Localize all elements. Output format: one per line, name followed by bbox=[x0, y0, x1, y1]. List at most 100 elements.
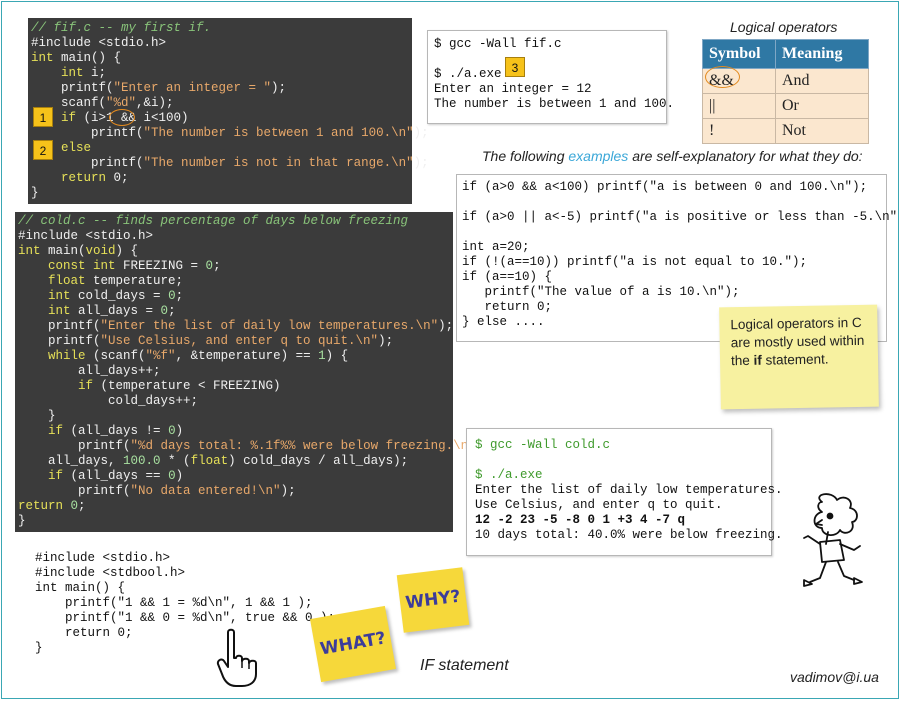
code-token: 0 bbox=[168, 424, 176, 438]
ops-meaning-cell: Or bbox=[775, 93, 869, 119]
code-token: #include <stdio.h> bbox=[18, 229, 154, 243]
code-token: while bbox=[48, 349, 86, 363]
fif-terminal-output: $ gcc -Wall fif.c $ ./a.exe Enter an inte… bbox=[427, 30, 674, 124]
code-line: while (scanf("%f", &temperature) == 1) { bbox=[18, 349, 453, 364]
sticky-what: WHAT? bbox=[310, 605, 396, 683]
code-line: if (!(a==10)) printf("a is not equal to … bbox=[462, 255, 808, 269]
code-line: printf("Enter an integer = "); bbox=[31, 81, 412, 96]
code-line: scanf("%d",&i); bbox=[31, 96, 412, 111]
code-line: if (all_days == 0) bbox=[18, 469, 453, 484]
ops-symbol-cell: || bbox=[702, 93, 776, 119]
code-token: if bbox=[48, 424, 64, 438]
code-token: int bbox=[18, 244, 41, 258]
code-token: "The number is between 1 and 100.\n" bbox=[143, 126, 414, 140]
note-if-keyword: if bbox=[753, 352, 762, 368]
code-token: $ ./a.exe bbox=[475, 468, 543, 482]
code-token: (all_days == bbox=[63, 469, 169, 483]
code-line: 10 days total: 40.0% were below freezing… bbox=[475, 528, 783, 543]
code-token: ) { bbox=[325, 349, 349, 363]
code-line: #include <stdbool.h> bbox=[35, 566, 186, 580]
code-line: return 0; bbox=[31, 171, 412, 186]
pointing-hand-icon bbox=[214, 628, 280, 688]
code-token: ; bbox=[213, 259, 221, 273]
code-token: 0; bbox=[106, 171, 129, 185]
fif-code-block: // fif.c -- my first if. #include <stdio.… bbox=[28, 18, 429, 204]
code-token: if bbox=[61, 111, 77, 125]
code-token: int bbox=[48, 304, 71, 318]
table-row: ! Not bbox=[702, 118, 869, 144]
code-token: float bbox=[190, 454, 229, 468]
code-line: if (i>1 && i<100) bbox=[31, 111, 412, 126]
code-token: ); bbox=[438, 319, 454, 333]
code-token: 0 bbox=[205, 259, 214, 273]
code-line: $ gcc -Wall fif.c bbox=[434, 37, 666, 52]
code-token: ; bbox=[175, 289, 184, 303]
code-token: all_days = bbox=[70, 304, 161, 318]
code-token: "%d days total: %.1f%% were below freezi… bbox=[130, 439, 476, 453]
and-operator-highlight bbox=[109, 109, 135, 126]
note-line-3: the if statement. bbox=[731, 350, 870, 370]
code-token: ) bbox=[175, 424, 184, 438]
code-line: printf("The value of a is 10.\n"); bbox=[462, 285, 740, 299]
code-token: all_days, bbox=[18, 454, 124, 468]
code-token: 10 days total: 40.0% were below freezing… bbox=[475, 528, 783, 542]
ops-meaning-cell: And bbox=[775, 68, 869, 94]
code-token: "Enter the list of daily low temperature… bbox=[100, 319, 439, 333]
code-token: main( bbox=[40, 244, 86, 258]
ops-header-meaning: Meaning bbox=[775, 39, 869, 69]
code-token: const int bbox=[48, 259, 116, 273]
code-line: The number is between 1 and 100. bbox=[434, 97, 674, 112]
code-line: Use Celsius, and enter q to quit. bbox=[475, 498, 771, 513]
code-line: int main() { bbox=[35, 581, 126, 595]
code-line: #include <stdio.h> bbox=[18, 229, 453, 244]
code-token: if bbox=[78, 379, 94, 393]
code-token: } bbox=[18, 514, 26, 528]
code-token: float bbox=[48, 274, 86, 288]
code-token: 0 bbox=[168, 469, 176, 483]
code-line: $ ./a.exe bbox=[434, 67, 666, 82]
code-line: int all_days = 0; bbox=[18, 304, 453, 319]
ops-header-symbol: Symbol bbox=[702, 39, 776, 69]
table-row: || Or bbox=[702, 93, 869, 119]
code-line: } bbox=[31, 186, 412, 201]
code-token: printf( bbox=[18, 484, 131, 498]
code-line: } bbox=[18, 409, 453, 424]
code-token: "Enter an integer = " bbox=[113, 81, 272, 95]
code-token: ); bbox=[271, 81, 287, 95]
code-token: if bbox=[48, 469, 64, 483]
code-token: ) cold_days / all_days); bbox=[228, 454, 409, 468]
code-line: int a=20; bbox=[462, 240, 530, 254]
running-cartoon-boy-icon bbox=[782, 492, 882, 602]
code-line: all_days, 100.0 * (float) cold_days / al… bbox=[18, 454, 453, 469]
code-token: 12 -2 23 -5 -8 0 1 +3 4 -7 q bbox=[475, 513, 686, 527]
code-line: all_days++; bbox=[18, 364, 453, 379]
examples-link[interactable]: examples bbox=[568, 148, 628, 164]
code-token: cold_days++; bbox=[18, 394, 199, 408]
ops-table-title: Logical operators bbox=[730, 19, 838, 35]
code-token: Enter the list of daily low temperatures… bbox=[475, 483, 783, 497]
sticky-why: WHY? bbox=[396, 567, 470, 633]
code-token: main() { bbox=[53, 51, 122, 65]
code-line: printf("The number is between 1 and 100.… bbox=[31, 126, 429, 141]
code-line: if (a>0 || a<-5) printf("a is positive o… bbox=[462, 210, 899, 224]
code-token: Use Celsius, and enter q to quit. bbox=[475, 498, 723, 512]
code-token: int bbox=[31, 51, 54, 65]
code-line: printf("No data entered!\n"); bbox=[18, 484, 453, 499]
code-line: printf("The number is not in that range.… bbox=[31, 156, 429, 171]
code-line: #include <stdio.h> bbox=[35, 551, 171, 565]
badge-1: 1 bbox=[33, 107, 53, 127]
code-token: printf( bbox=[31, 126, 144, 140]
code-token: ); bbox=[413, 126, 429, 140]
code-token: (all_days != bbox=[63, 424, 169, 438]
note-line-3-post: statement. bbox=[761, 351, 829, 368]
code-token: ) { bbox=[115, 244, 139, 258]
